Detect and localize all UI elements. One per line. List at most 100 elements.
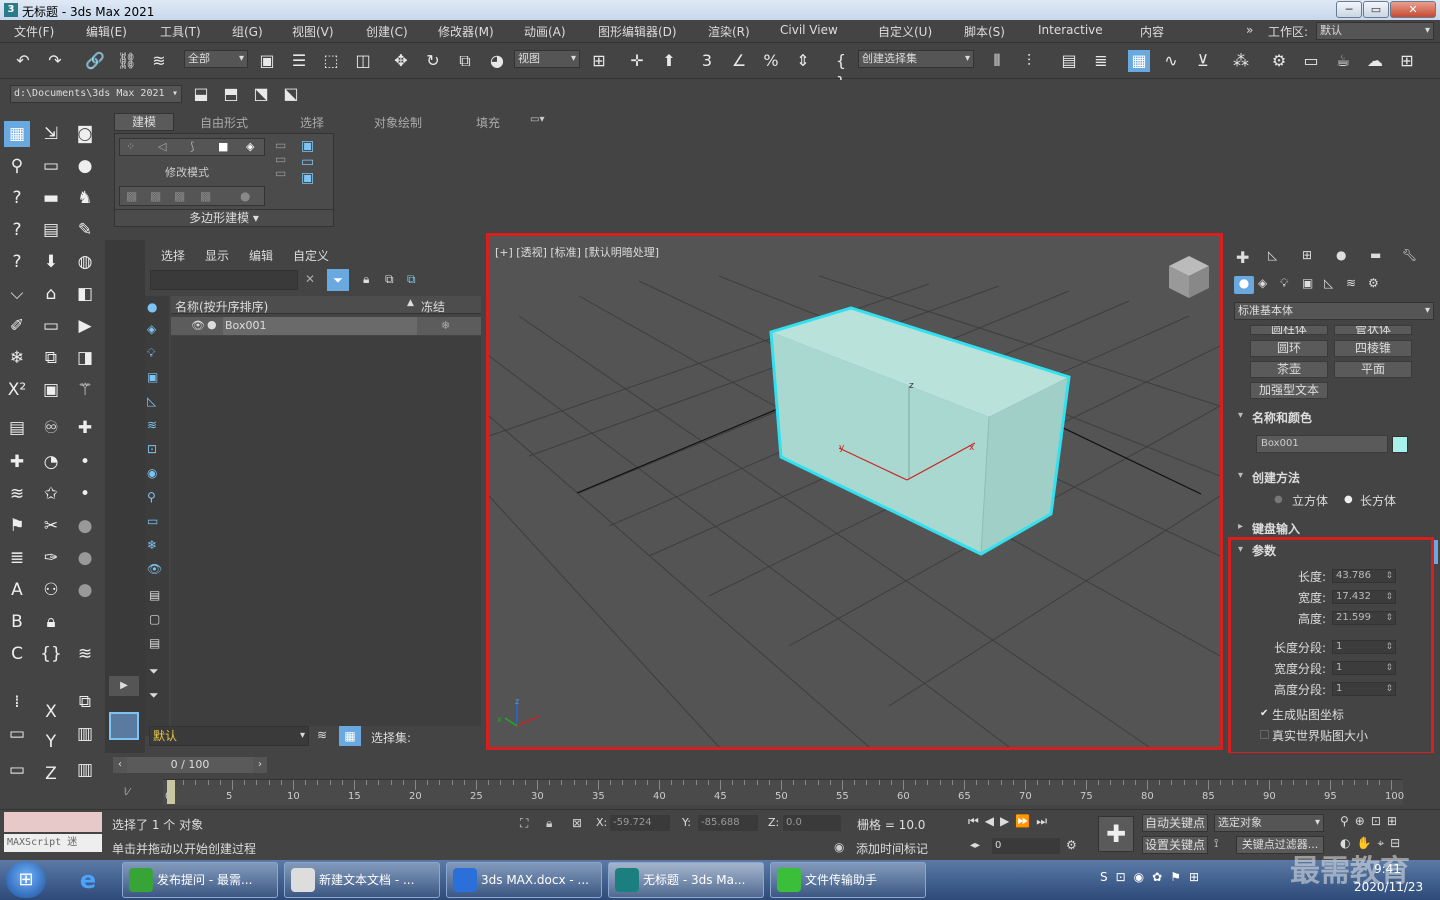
key-filter-icon[interactable]: ⟟: [1214, 836, 1218, 851]
stack2-icon[interactable]: ≋: [72, 641, 98, 667]
grey-circle2-icon[interactable]: ●: [72, 545, 98, 571]
snowflake-icon[interactable]: ❄: [4, 345, 30, 371]
curve-editor-icon[interactable]: ∿: [1160, 50, 1182, 72]
width-segs-spinner[interactable]: 1: [1332, 661, 1396, 675]
lock-icon[interactable]: 🔒︎: [38, 609, 64, 635]
tab-populate[interactable]: 填充: [476, 114, 500, 131]
z-coord-field[interactable]: 0.0: [783, 815, 841, 831]
menu-item-14[interactable]: 内容: [1140, 23, 1164, 40]
menu-item-11[interactable]: 自定义(U): [878, 23, 932, 40]
select-mode-icon[interactable]: ▦: [4, 121, 30, 147]
people-icon[interactable]: ⚇: [38, 577, 64, 603]
x-coord-field[interactable]: -59.724: [610, 815, 670, 831]
poly-mode-buttons[interactable]: ⁘ ◁ ⟆ ■ ◈: [119, 138, 265, 156]
bind-spacewarp-icon[interactable]: ≋: [148, 50, 170, 72]
layers-icon[interactable]: ≋: [4, 481, 30, 507]
render-dot-icon[interactable]: ●: [207, 318, 217, 331]
taskbar-item-3[interactable]: 3ds MAX.docx - ...: [446, 862, 602, 898]
help3-icon[interactable]: ?: [4, 249, 30, 275]
curve-mini-icon[interactable]: ⌇⁄: [123, 787, 130, 798]
tube-button[interactable]: 管状体: [1334, 325, 1412, 335]
menu-item-12[interactable]: 脚本(S): [964, 23, 1005, 40]
perspective-viewport[interactable]: [+] [透视] [标准] [默认明暗处理] y x z z x: [486, 233, 1223, 750]
ribbon-options-icon[interactable]: ▭▾: [530, 114, 544, 125]
gen-map-checkbox[interactable]: ✔: [1260, 708, 1268, 719]
project-folder-dropdown[interactable]: d:\Documents\3ds Max 2021: [10, 85, 182, 103]
menu-item-10[interactable]: Civil View: [780, 23, 838, 37]
name-column-header[interactable]: 名称(按升序排序): [175, 298, 268, 315]
keyboard-shortcut-icon[interactable]: ⬆: [658, 50, 680, 72]
brush2-icon[interactable]: ✑: [38, 545, 64, 571]
width-spinner[interactable]: 17.432: [1332, 590, 1396, 604]
pencil-icon[interactable]: ✐: [4, 313, 30, 339]
camera-filter-icon[interactable]: ▣: [147, 370, 158, 384]
bone-filter-icon[interactable]: ⚲: [147, 490, 156, 504]
explorer-menu-display[interactable]: 显示: [205, 247, 229, 264]
height-segs-spinner[interactable]: 1: [1332, 682, 1396, 696]
menu-overflow-icon[interactable]: »: [1246, 23, 1253, 37]
invert-filter-icon[interactable]: ▤: [149, 636, 160, 650]
selection-filter-dropdown[interactable]: 全部: [184, 50, 248, 68]
filter-icon[interactable]: ⏷: [327, 269, 349, 291]
funnel-icon[interactable]: ⏷: [149, 664, 159, 679]
helper-filter-icon[interactable]: ◺: [147, 394, 156, 408]
measure-icon[interactable]: ▭: [4, 757, 30, 783]
hierarchy-icon[interactable]: ⚲: [4, 153, 30, 179]
list-icon[interactable]: ▤: [4, 415, 30, 441]
reference-coord-dropdown[interactable]: 视图: [514, 50, 580, 68]
set-key-big-icon[interactable]: ✚: [1098, 816, 1134, 852]
modify-tab-icon[interactable]: ◺: [1268, 248, 1277, 262]
real-world-label[interactable]: 真实世界贴图大小: [1272, 727, 1368, 744]
parameters-rollout[interactable]: 参数: [1252, 542, 1276, 559]
lock-explorer-icon[interactable]: 🔒︎: [363, 272, 369, 287]
dots-icon[interactable]: ⁞: [4, 689, 30, 715]
move-icon[interactable]: ✥: [390, 50, 412, 72]
playback-controls[interactable]: ⏮◀▶⏩⏭: [968, 814, 1053, 829]
selection-lock-icon[interactable]: 🔒︎: [546, 816, 552, 831]
length-spinner[interactable]: 43.786: [1332, 569, 1396, 583]
rect-selection-icon[interactable]: ⬚: [320, 50, 342, 72]
poly-modeling-dropdown[interactable]: 多边形建模 ▾: [114, 209, 334, 227]
stack-icon[interactable]: ≣: [4, 545, 30, 571]
edit-named-sets-icon[interactable]: { }: [830, 50, 852, 92]
funnel2-icon[interactable]: ⏷: [149, 688, 159, 703]
select-by-name-icon[interactable]: ☰: [288, 50, 310, 72]
scene-explorer-icon[interactable]: ▤: [1058, 50, 1080, 72]
populate-icon[interactable]: ⇲: [38, 121, 64, 147]
object-name-cell[interactable]: Box001: [223, 317, 417, 335]
group-filter-icon[interactable]: ⊡: [147, 442, 157, 456]
named-selection-dropdown[interactable]: 创建选择集: [858, 50, 974, 68]
add-icon[interactable]: ✚: [4, 449, 30, 475]
helpers-icon[interactable]: ◺: [1324, 276, 1333, 290]
dot-icon[interactable]: •: [72, 449, 98, 475]
all-filter-icon[interactable]: ▤: [149, 588, 160, 602]
abs-rel-icon[interactable]: ⊠: [572, 816, 582, 830]
rollout-toggle-icon[interactable]: ▾: [1238, 410, 1243, 421]
align-icon[interactable]: ⫶: [1018, 50, 1040, 72]
project-save-icon[interactable]: ⬔: [250, 83, 272, 105]
none-filter-icon[interactable]: ▢: [149, 612, 160, 626]
braces-icon[interactable]: {}: [38, 641, 64, 667]
time-cursor[interactable]: [167, 780, 175, 804]
unlink-icon[interactable]: ⛓: [116, 50, 138, 72]
star-icon[interactable]: ✩: [38, 481, 64, 507]
render-setup-icon[interactable]: ⚙: [1268, 50, 1290, 72]
viewport-thumb[interactable]: [109, 712, 139, 740]
dupe-icon[interactable]: ⧉: [38, 345, 64, 371]
layer-stack-icon[interactable]: ≋: [317, 728, 327, 742]
time-config-icon[interactable]: ⚙: [1066, 838, 1077, 852]
explorer-menu-select[interactable]: 选择: [161, 247, 185, 264]
rotate-icon[interactable]: ↻: [422, 50, 444, 72]
menu-item-9[interactable]: 渲染(R): [708, 23, 750, 40]
menu-item-0[interactable]: 文件(F): [14, 23, 54, 40]
scissor-icon[interactable]: ✂: [38, 513, 64, 539]
create-tab-icon[interactable]: ✚: [1236, 248, 1249, 267]
project-folder-icon[interactable]: ⬕: [280, 83, 302, 105]
circle-icon[interactable]: ◔: [38, 449, 64, 475]
layer-explorer-icon[interactable]: ≣: [1090, 50, 1112, 72]
y-coord-field[interactable]: -85.688: [698, 815, 758, 831]
stack3-icon[interactable]: ⧉: [72, 689, 98, 715]
material-editor-icon[interactable]: ⁂: [1230, 50, 1252, 72]
text-c-icon[interactable]: C: [4, 641, 30, 667]
rollout-toggle-icon[interactable]: ▾: [1238, 544, 1243, 555]
